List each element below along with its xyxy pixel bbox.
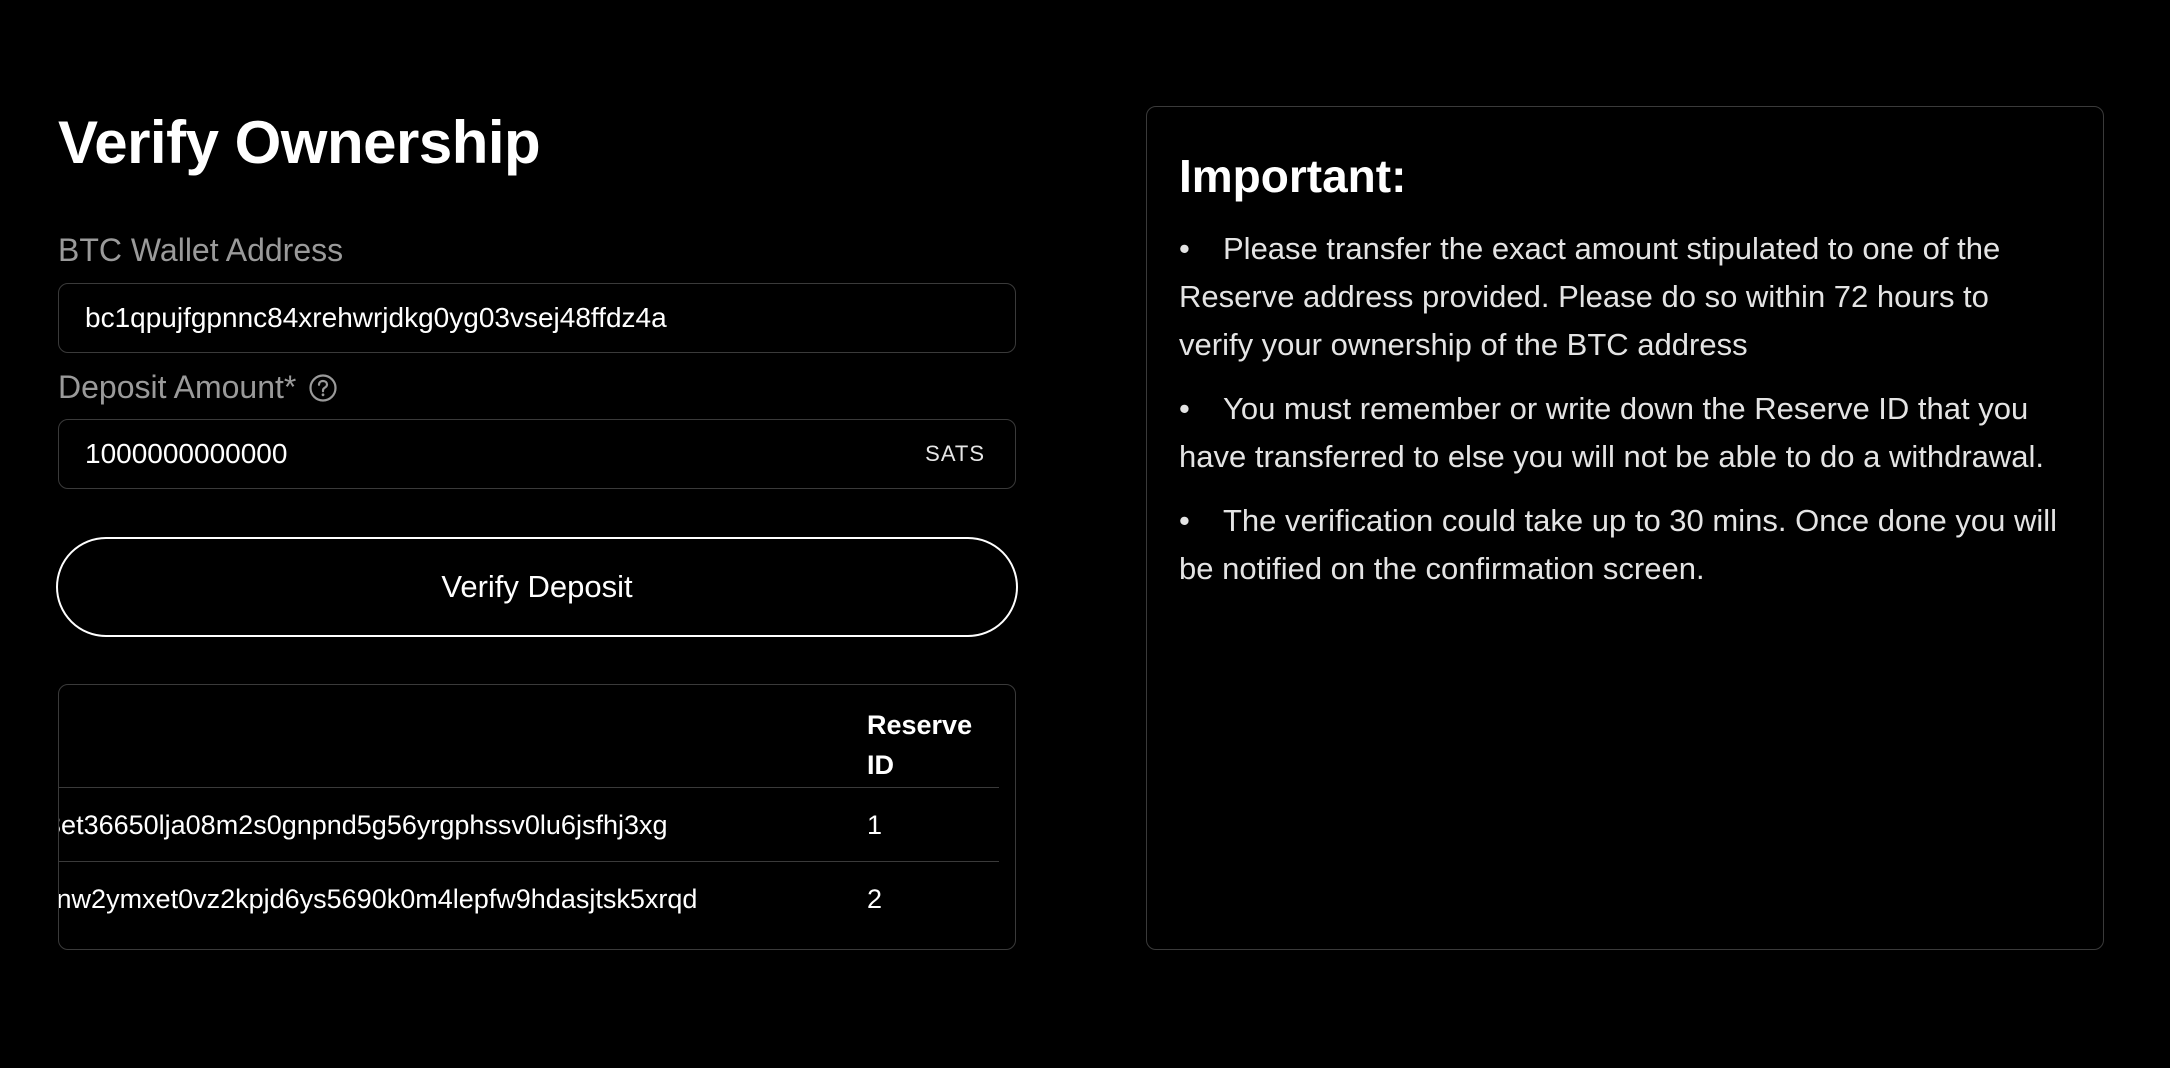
- reserve-id-column-header: Reserve ID: [867, 710, 973, 780]
- deposit-amount-field[interactable]: SATS: [58, 419, 1016, 489]
- important-info-card: Important: • Please transfer the exact am…: [1146, 106, 2104, 950]
- reserve-address-cell: cqzp3et36650lja08m2s0gnpnd5g56yrgphssv0l…: [59, 810, 668, 840]
- bullet-icon: •: [1179, 503, 1190, 538]
- wallet-address-input[interactable]: [85, 302, 985, 334]
- wallet-address-label-text: BTC Wallet Address: [58, 232, 344, 268]
- reserve-id-cell: 2: [867, 884, 883, 914]
- question-circle-icon[interactable]: [308, 372, 338, 402]
- reserve-table-scroll-area[interactable]: ess Reserve ID cqzp3et36650lja08m2s0gnpn…: [59, 685, 999, 949]
- reserve-table-content: ess Reserve ID cqzp3et36650lja08m2s0gnpn…: [59, 685, 999, 935]
- table-header-row: ess Reserve ID: [59, 685, 999, 788]
- table-row: 96m6nw2ymxet0vz2kpjd6ys5690k0m4lepfw9hda…: [59, 862, 999, 935]
- bullet-icon: •: [1179, 231, 1190, 266]
- note-text: You must remember or write down the Rese…: [1179, 391, 2045, 474]
- deposit-amount-label-text: Deposit Amount*: [58, 369, 297, 405]
- verify-deposit-button[interactable]: Verify Deposit: [56, 537, 1018, 637]
- deposit-amount-input[interactable]: [85, 438, 926, 470]
- note-text: The verification could take up to 30 min…: [1179, 503, 2058, 586]
- important-heading: Important:: [1179, 150, 1407, 202]
- verify-ownership-page: Verify Ownership BTC Wallet Address Depo…: [0, 0, 2170, 1068]
- bullet-icon: •: [1179, 391, 1190, 426]
- list-item: • The verification could take up to 30 mi…: [1179, 497, 2071, 593]
- reserve-id-cell: 1: [867, 810, 883, 840]
- wallet-address-field[interactable]: [58, 283, 1016, 353]
- address-column-header: ess: [59, 725, 869, 756]
- list-item: • You must remember or write down the Res…: [1179, 385, 2071, 481]
- deposit-amount-label: Deposit Amount*: [58, 367, 338, 407]
- important-notes-list: • Please transfer the exact amount stipul…: [1179, 225, 2071, 593]
- page-title: Verify Ownership: [58, 109, 541, 176]
- deposit-unit-label: SATS: [925, 441, 985, 466]
- wallet-address-label: BTC Wallet Address: [58, 230, 343, 270]
- note-text: Please transfer the exact amount stipula…: [1179, 231, 2001, 362]
- table-row: cqzp3et36650lja08m2s0gnpnd5g56yrgphssv0l…: [59, 788, 999, 862]
- list-item: • Please transfer the exact amount stipul…: [1179, 225, 2071, 369]
- reserve-address-cell: 96m6nw2ymxet0vz2kpjd6ys5690k0m4lepfw9hda…: [59, 884, 698, 914]
- reserve-address-table: ess Reserve ID cqzp3et36650lja08m2s0gnpn…: [58, 684, 1016, 950]
